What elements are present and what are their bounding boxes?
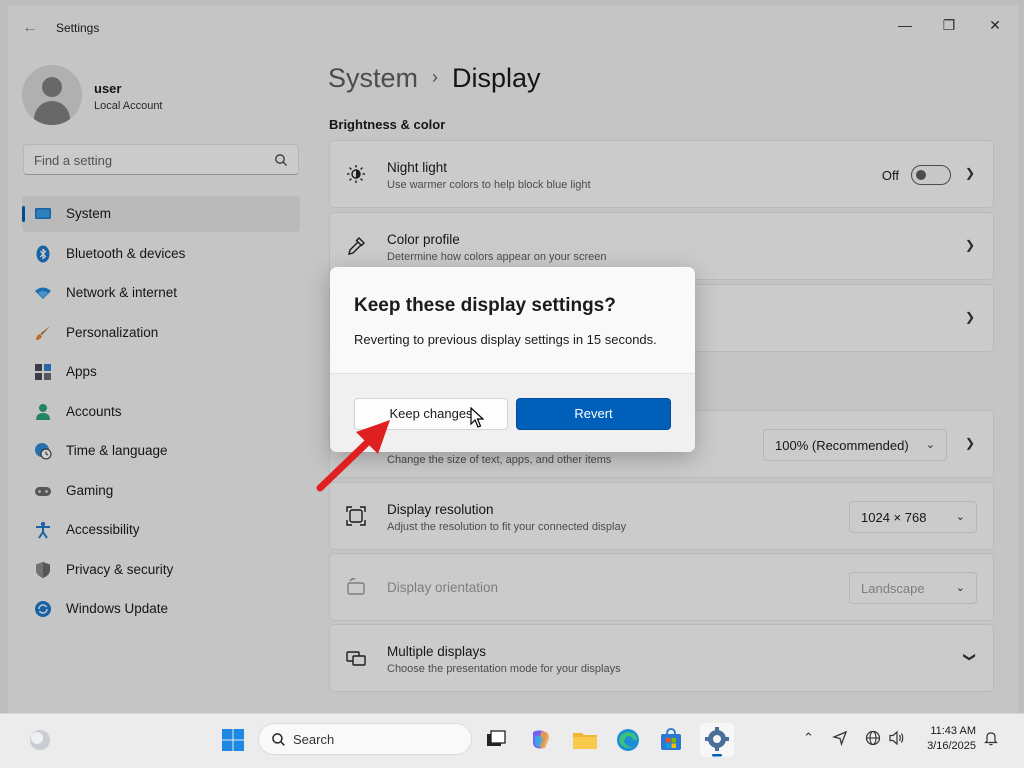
dialog-message: Reverting to previous display settings i… — [354, 332, 657, 347]
revert-button[interactable]: Revert — [516, 398, 671, 430]
taskbar-search-placeholder: Search — [293, 732, 335, 747]
task-view-icon[interactable] — [482, 726, 510, 754]
network-globe-icon[interactable] — [865, 730, 881, 749]
search-icon — [271, 732, 286, 752]
start-button-icon[interactable] — [219, 726, 247, 754]
edge-browser-icon[interactable] — [614, 726, 642, 754]
annotation-arrow-icon — [310, 410, 400, 500]
clock-date: 3/16/2025 — [927, 740, 976, 752]
widgets-icon[interactable] — [26, 726, 54, 754]
mouse-cursor-icon — [470, 406, 485, 434]
settings-app-icon[interactable] — [700, 723, 734, 757]
taskbar: Search ⌃ 11:43 AM 3/16/2025 — [0, 713, 1024, 768]
location-icon — [831, 730, 848, 749]
clock-time: 11:43 AM — [930, 725, 976, 737]
microsoft-store-icon[interactable] — [657, 726, 685, 754]
system-clock[interactable]: 11:43 AM 3/16/2025 — [927, 724, 976, 754]
file-explorer-icon[interactable] — [571, 726, 599, 754]
chevron-up-icon[interactable]: ⌃ — [803, 730, 814, 746]
notification-bell-icon[interactable] — [983, 730, 999, 749]
taskbar-search-input[interactable]: Search — [258, 723, 472, 755]
speaker-icon[interactable] — [888, 730, 906, 749]
copilot-icon[interactable] — [527, 726, 555, 754]
dialog-title: Keep these display settings? — [354, 295, 616, 316]
